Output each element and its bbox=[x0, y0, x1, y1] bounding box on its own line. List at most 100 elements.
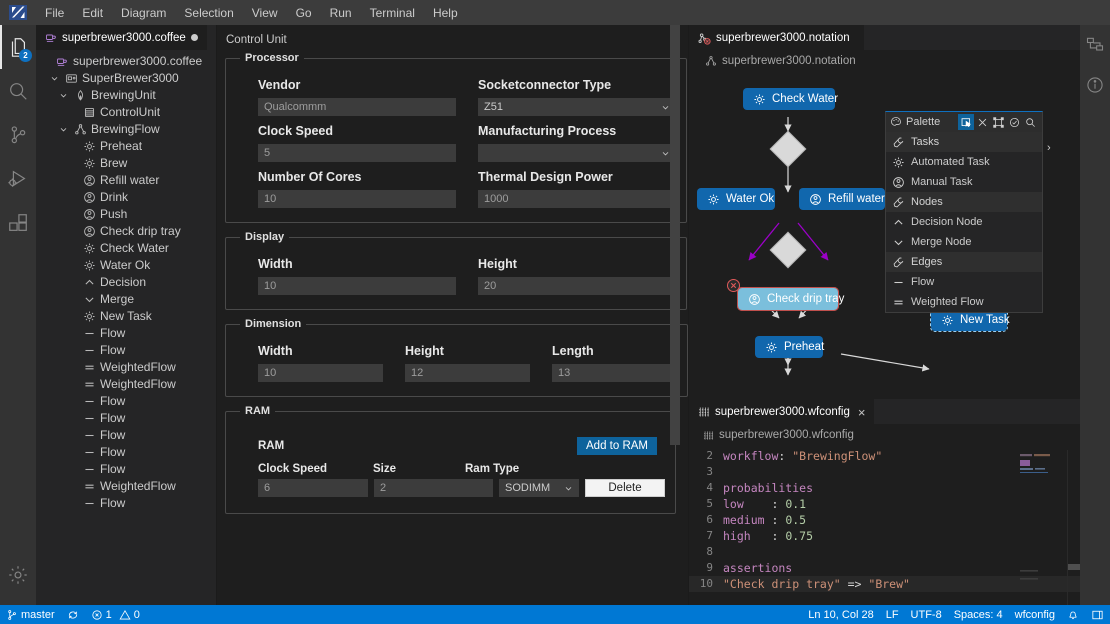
diagram-canvas[interactable]: PushCheck WaterWater OkRefill waterCheck… bbox=[689, 72, 1080, 399]
menu-item-view[interactable]: View bbox=[243, 2, 287, 24]
tab-wfconfig[interactable]: superbrewer3000.wfconfig × bbox=[689, 399, 875, 424]
tree-item-controlunit[interactable]: ControlUnit bbox=[36, 104, 216, 121]
form-scrollbar[interactable] bbox=[670, 25, 680, 445]
menu-item-go[interactable]: Go bbox=[287, 2, 321, 24]
tree-item-drink[interactable]: Drink bbox=[36, 189, 216, 206]
tree-item-flow[interactable]: Flow bbox=[36, 427, 216, 444]
tree-item-flow[interactable]: Flow bbox=[36, 393, 216, 410]
ram-type-select[interactable]: SODIMM bbox=[499, 479, 579, 497]
validate-tool-icon[interactable] bbox=[1006, 114, 1022, 130]
tree-item-flow[interactable]: Flow bbox=[36, 461, 216, 478]
field-input-height[interactable]: 20 bbox=[478, 277, 676, 295]
field-input-width[interactable]: 10 bbox=[258, 364, 383, 382]
marquee-tool-icon[interactable] bbox=[990, 114, 1006, 130]
chevron-down-icon[interactable] bbox=[58, 125, 69, 134]
status-branch[interactable]: master bbox=[0, 605, 61, 624]
palette-item-manual-task[interactable]: Manual Task bbox=[886, 172, 1042, 192]
palette-section-nodes[interactable]: Nodes bbox=[886, 192, 1042, 212]
sidebar-tab-coffee[interactable]: superbrewer3000.coffee bbox=[36, 25, 208, 50]
tab-notation[interactable]: superbrewer3000.notation bbox=[689, 25, 864, 50]
menu-item-run[interactable]: Run bbox=[321, 2, 361, 24]
tree-item-brewingunit[interactable]: BrewingUnit bbox=[36, 87, 216, 104]
field-input-number-of-cores[interactable]: 10 bbox=[258, 190, 456, 208]
code-breadcrumb[interactable]: superbrewer3000.wfconfig bbox=[689, 424, 1080, 446]
palette-item-decision-node[interactable]: Decision Node bbox=[886, 212, 1042, 232]
menu-item-terminal[interactable]: Terminal bbox=[361, 2, 424, 24]
tree-item-flow[interactable]: Flow bbox=[36, 410, 216, 427]
status-problems[interactable]: 1 0 bbox=[85, 605, 146, 624]
activity-extensions-icon[interactable] bbox=[0, 201, 36, 245]
field-select-socketconnector-type[interactable]: Z51 bbox=[478, 98, 676, 116]
activity-explorer-icon[interactable]: 2 bbox=[0, 25, 36, 69]
menu-item-selection[interactable]: Selection bbox=[175, 2, 242, 24]
status-encoding[interactable]: UTF-8 bbox=[905, 605, 948, 624]
diagram-node-refill-water[interactable]: Refill water bbox=[799, 188, 885, 210]
ram-size-input[interactable]: 2 bbox=[374, 479, 493, 497]
palette-item-weighted-flow[interactable]: Weighted Flow bbox=[886, 292, 1042, 312]
code-text-area[interactable]: 2 workflow: "BrewingFlow" 3 4 probabilities 5… bbox=[689, 446, 1080, 605]
tree-item-push[interactable]: Push bbox=[36, 206, 216, 223]
tree-item-flow[interactable]: Flow bbox=[36, 495, 216, 512]
status-eol[interactable]: LF bbox=[880, 605, 905, 624]
menu-item-edit[interactable]: Edit bbox=[73, 2, 112, 24]
field-input-width[interactable]: 10 bbox=[258, 277, 456, 295]
status-notifications[interactable] bbox=[1061, 605, 1085, 624]
palette-item-automated-task[interactable]: Automated Task bbox=[886, 152, 1042, 172]
status-layout[interactable] bbox=[1085, 605, 1110, 624]
chevron-down-icon[interactable] bbox=[58, 91, 69, 100]
field-input-height[interactable]: 12 bbox=[405, 364, 530, 382]
field-input-vendor[interactable]: Qualcommm bbox=[258, 98, 456, 116]
diagram-node-check-water[interactable]: Check Water bbox=[743, 88, 838, 110]
delete-tool-icon[interactable] bbox=[974, 114, 990, 130]
palette-item-flow[interactable]: Flow bbox=[886, 272, 1042, 292]
status-indentation[interactable]: Spaces: 4 bbox=[948, 605, 1009, 624]
activity-run-and-debug-icon[interactable] bbox=[0, 157, 36, 201]
field-select-manufacturing-process[interactable] bbox=[478, 144, 676, 162]
tree-item-weightedflow[interactable]: WeightedFlow bbox=[36, 359, 216, 376]
tree-item-weightedflow[interactable]: WeightedFlow bbox=[36, 478, 216, 495]
tree-item-flow[interactable]: Flow bbox=[36, 444, 216, 461]
tree-item-preheat[interactable]: Preheat bbox=[36, 138, 216, 155]
menu-item-file[interactable]: File bbox=[36, 2, 73, 24]
tree-item-flow[interactable]: Flow bbox=[36, 342, 216, 359]
menu-item-diagram[interactable]: Diagram bbox=[112, 2, 175, 24]
diagram-node-check-drip-tray[interactable]: Check drip tray bbox=[737, 287, 844, 311]
tree-item-water-ok[interactable]: Water Ok bbox=[36, 257, 216, 274]
palette-expand-chevron-icon[interactable]: › bbox=[1047, 142, 1051, 154]
tree-item-check-water[interactable]: Check Water bbox=[36, 240, 216, 257]
code-minimap[interactable] bbox=[1018, 450, 1068, 605]
tree-item-brewingflow[interactable]: BrewingFlow bbox=[36, 121, 216, 138]
info-icon[interactable] bbox=[1080, 65, 1110, 105]
field-input-clock-speed[interactable]: 5 bbox=[258, 144, 456, 162]
tree-item-flow[interactable]: Flow bbox=[36, 325, 216, 342]
tree-item-brew[interactable]: Brew bbox=[36, 155, 216, 172]
status-sync[interactable] bbox=[61, 605, 85, 624]
palette-search-icon[interactable] bbox=[1022, 114, 1038, 130]
palette-section-edges[interactable]: Edges bbox=[886, 252, 1042, 272]
tree-item-decision[interactable]: Decision bbox=[36, 274, 216, 291]
field-input-length[interactable]: 13 bbox=[552, 364, 677, 382]
activity-gear-icon[interactable] bbox=[0, 553, 36, 597]
node-error-badge-icon[interactable] bbox=[727, 279, 740, 292]
add-to-ram-button[interactable]: Add to RAM bbox=[577, 437, 657, 455]
tree-item-merge[interactable]: Merge bbox=[36, 291, 216, 308]
tree-item-superbrewer3000.coffee[interactable]: superbrewer3000.coffee bbox=[36, 53, 216, 70]
palette-section-tasks[interactable]: Tasks bbox=[886, 132, 1042, 152]
tree-item-check-drip-tray[interactable]: Check drip tray bbox=[36, 223, 216, 240]
select-tool-icon[interactable] bbox=[958, 114, 974, 130]
field-input-thermal-design-power[interactable]: 1000 bbox=[478, 190, 676, 208]
activity-source-control-icon[interactable] bbox=[0, 113, 36, 157]
diagram-node-preheat[interactable]: Preheat bbox=[755, 336, 824, 358]
tree-item-superbrewer3000[interactable]: SuperBrewer3000 bbox=[36, 70, 216, 87]
tree-item-refill-water[interactable]: Refill water bbox=[36, 172, 216, 189]
code-scrollbar-thumb[interactable] bbox=[1068, 564, 1080, 570]
menu-item-help[interactable]: Help bbox=[424, 2, 467, 24]
diagram-breadcrumb[interactable]: superbrewer3000.notation bbox=[689, 50, 1080, 72]
tree-item-weightedflow[interactable]: WeightedFlow bbox=[36, 376, 216, 393]
diagram-node-water-ok[interactable]: Water Ok bbox=[697, 188, 775, 210]
tab-wfconfig-close-icon[interactable]: × bbox=[858, 405, 866, 420]
status-cursor-position[interactable]: Ln 10, Col 28 bbox=[802, 605, 879, 624]
tree-item-new-task[interactable]: New Task bbox=[36, 308, 216, 325]
outline-diagram-icon[interactable] bbox=[1080, 25, 1110, 65]
code-scrollbar[interactable] bbox=[1068, 446, 1080, 605]
